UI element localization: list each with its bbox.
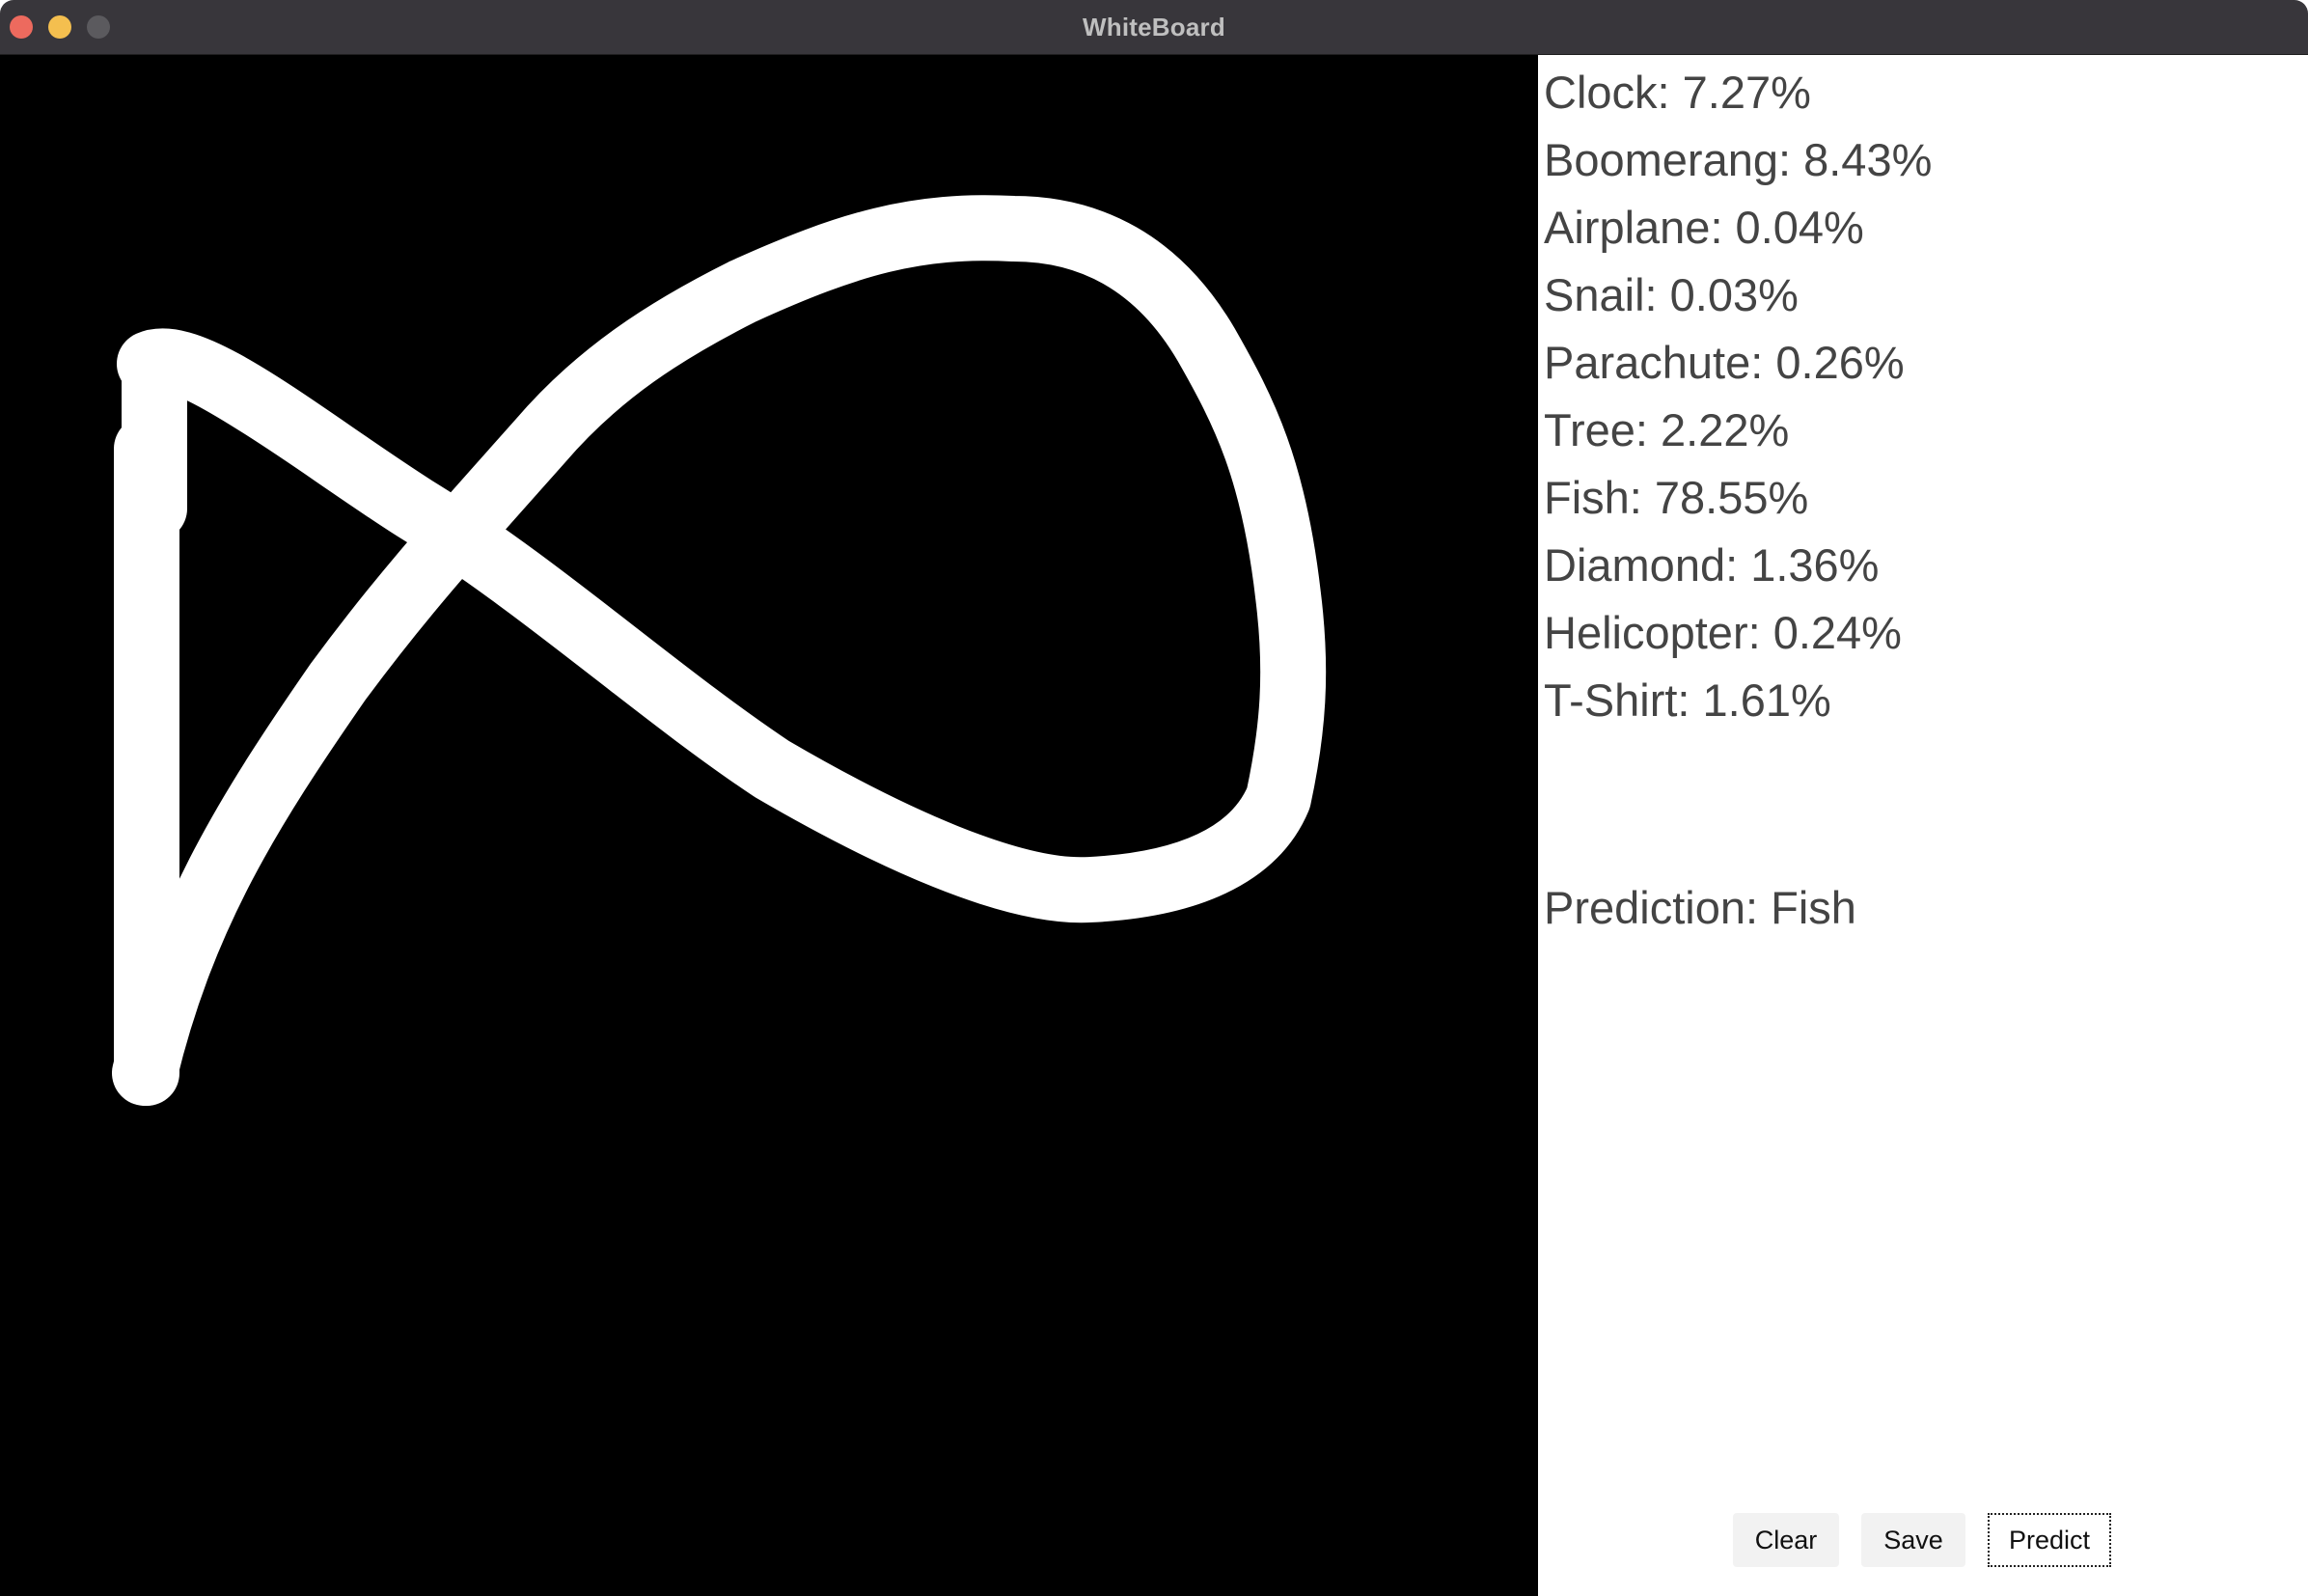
score-airplane: Airplane: 0.04%	[1544, 202, 1864, 253]
score-clock: Clock: 7.27%	[1544, 67, 1811, 118]
score-helicopter: Helicopter: 0.24%	[1544, 607, 1902, 658]
score-tree: Tree: 2.22%	[1544, 404, 1790, 455]
title-bar[interactable]: WhiteBoard	[0, 0, 2308, 55]
score-parachute: Parachute: 0.26%	[1544, 337, 1905, 388]
score-boomerang: Boomerang: 8.43%	[1544, 134, 1933, 185]
window-title: WhiteBoard	[1083, 13, 1225, 41]
clear-button[interactable]: Clear	[1733, 1513, 1839, 1567]
fish-tail-top-stroke	[112, 195, 1327, 1106]
drawing-canvas[interactable]	[0, 55, 1538, 1596]
class-scores-list: Clock: 7.27% Boomerang: 8.43% Airplane: …	[1544, 59, 1932, 734]
score-fish: Fish: 78.55%	[1544, 472, 1809, 523]
prediction-label: Prediction: Fish	[1544, 882, 1856, 933]
app-window: WhiteBoard Clock: 7.27% Boomerang: 8.43%…	[0, 0, 2308, 1596]
drawing-strokes	[112, 195, 1327, 1106]
score-tshirt: T-Shirt: 1.61%	[1544, 674, 1831, 726]
score-snail: Snail: 0.03%	[1544, 269, 1799, 320]
predict-button[interactable]: Predict	[1988, 1513, 2111, 1567]
score-diamond: Diamond: 1.36%	[1544, 539, 1880, 591]
results-panel: Clock: 7.27% Boomerang: 8.43% Airplane: …	[1538, 55, 2308, 1596]
save-button[interactable]: Save	[1861, 1513, 1965, 1567]
